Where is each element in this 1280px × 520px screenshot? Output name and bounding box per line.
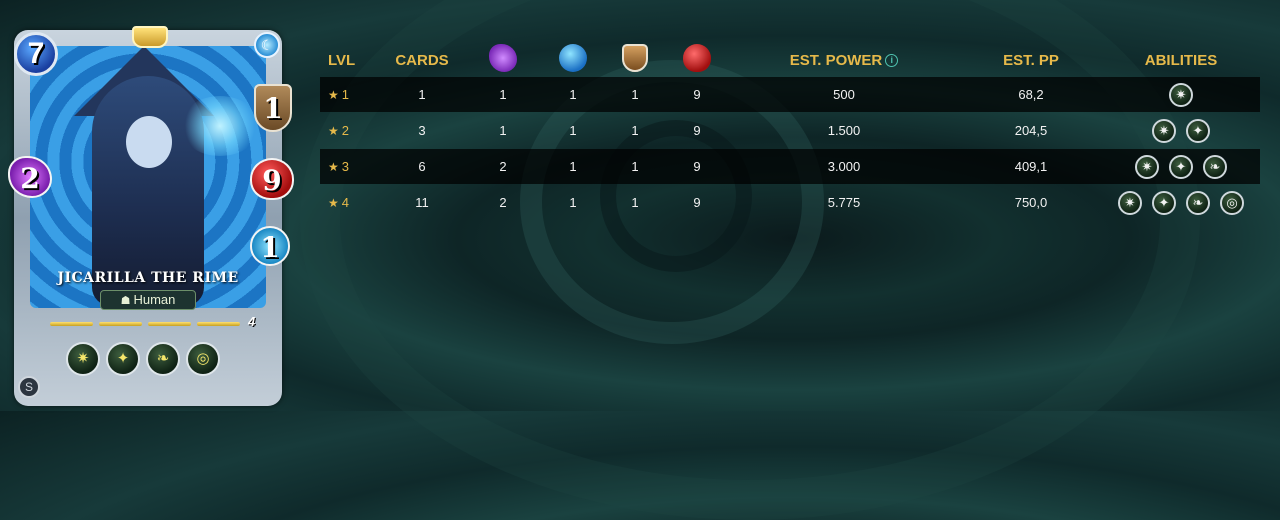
row-armor: 1 [631,87,639,102]
vortex-ability-icon[interactable]: ◎ [1220,190,1244,215]
leaf-ability-icon[interactable]: ❧ [146,342,180,376]
row-lvl: ★ 4 [328,195,349,210]
level-progress-bar [50,322,240,326]
magic-icon [489,44,517,72]
card-level: 4 [248,314,256,329]
mana-cost: 7 [14,32,58,76]
table-row: ★ 2 3 1 1 1 9 1.500 204,5 ✷ ✦ [320,113,1260,148]
leaf-ability-icon[interactable]: ❧ [1186,190,1210,215]
sparkle-ability-icon[interactable]: ✦ [1186,118,1210,143]
armor-stat: 1 [254,84,292,132]
row-health: 9 [693,195,701,210]
row-abilities: ✷ ✦ ❧ [1102,154,1260,179]
blast-ability-icon[interactable]: ✷ [1152,118,1176,143]
health-stat: 9 [250,158,294,200]
header-cards: CARDS [395,51,449,69]
row-armor: 1 [631,195,639,210]
row-abilities: ✷ [1102,82,1260,107]
row-power: 1.500 [827,123,861,138]
card-crest-icon [132,26,168,48]
card-set-icon: S [18,376,40,398]
row-magic: 1 [499,87,507,102]
row-lvl: ★ 2 [328,123,349,138]
human-icon: ☗ [120,295,131,307]
header-speed [542,44,604,76]
row-speed: 1 [569,195,577,210]
row-pp: 409,1 [1014,159,1048,174]
sparkle-ability-icon[interactable]: ✦ [106,342,140,376]
row-cards: 6 [418,159,426,174]
sparkle-ability-icon[interactable]: ✦ [1152,190,1176,215]
row-cards: 1 [418,87,426,102]
row-armor: 1 [631,159,639,174]
row-cards: 11 [415,195,429,210]
row-pp: 750,0 [1014,195,1048,210]
row-abilities: ✷ ✦ ❧ ◎ [1102,190,1260,215]
table-header: LVL CARDS EST. POWER i EST. PP ABILITIES [320,44,1260,76]
blast-ability-icon[interactable]: ✷ [66,342,100,376]
header-abilities: ABILITIES [1144,51,1218,69]
row-magic: 2 [499,195,507,210]
row-abilities: ✷ ✦ [1102,118,1260,143]
row-armor: 1 [631,123,639,138]
row-speed: 1 [569,159,577,174]
star-icon: ★ [328,160,339,174]
card-abilities: ✷ ✦ ❧ ◎ [66,342,220,376]
blast-ability-icon[interactable]: ✷ [1135,154,1159,179]
armor-icon [622,44,648,72]
row-cards: 3 [418,123,426,138]
monster-card[interactable]: 7 ☾ 1 9 1 2 JICARILLA THE RIME ☗ Human 4 … [8,26,294,406]
level-stats-table: LVL CARDS EST. POWER i EST. PP ABILITIES … [320,44,1260,220]
star-icon: ★ [328,88,339,102]
row-magic: 2 [499,159,507,174]
row-pp: 204,5 [1014,123,1048,138]
magic-attack-stat: 2 [8,156,52,198]
row-speed: 1 [569,123,577,138]
row-lvl: ★ 1 [328,87,349,102]
header-armor [604,44,666,76]
header-est-power: EST. POWER i [728,52,960,69]
vortex-ability-icon[interactable]: ◎ [186,342,220,376]
sparkle-ability-icon[interactable]: ✦ [1169,154,1193,179]
card-art [30,46,266,308]
row-power: 3.000 [827,159,861,174]
leaf-ability-icon[interactable]: ❧ [1203,154,1227,179]
blast-ability-icon[interactable]: ✷ [1118,190,1142,215]
info-icon[interactable]: i [885,53,899,67]
card-name: JICARILLA THE RIME [57,270,239,286]
header-est-pp: EST. PP [1003,51,1059,69]
header-est-power-label: EST. POWER [789,51,883,69]
row-health: 9 [693,87,701,102]
blast-ability-icon[interactable]: ✷ [1169,82,1193,107]
card-art-face [126,116,172,168]
speed-icon [559,44,587,72]
health-icon [683,44,711,72]
row-power: 5.775 [827,195,861,210]
row-pp: 68,2 [1018,87,1044,102]
speed-stat: 1 [250,226,290,266]
header-lvl: LVL [328,51,356,69]
table-row: ★ 1 1 1 1 1 9 500 68,2 ✷ [320,77,1260,112]
star-icon: ★ [328,196,339,210]
table-row: ★ 4 11 2 1 1 9 5.775 750,0 ✷ ✦ ❧ ◎ [320,185,1260,220]
table-row: ★ 3 6 2 1 1 9 3.000 409,1 ✷ ✦ ❧ [320,149,1260,184]
card-art-frost [180,96,260,156]
row-magic: 1 [499,123,507,138]
water-element-icon: ☾ [254,32,280,58]
row-power: 500 [833,87,855,102]
header-magic [464,44,542,76]
row-health: 9 [693,159,701,174]
row-health: 9 [693,123,701,138]
header-health [666,44,728,76]
row-speed: 1 [569,87,577,102]
card-type-label: Human [133,292,176,307]
row-lvl: ★ 3 [328,159,349,174]
star-icon: ★ [328,124,339,138]
card-type-badge: ☗ Human [100,290,196,310]
